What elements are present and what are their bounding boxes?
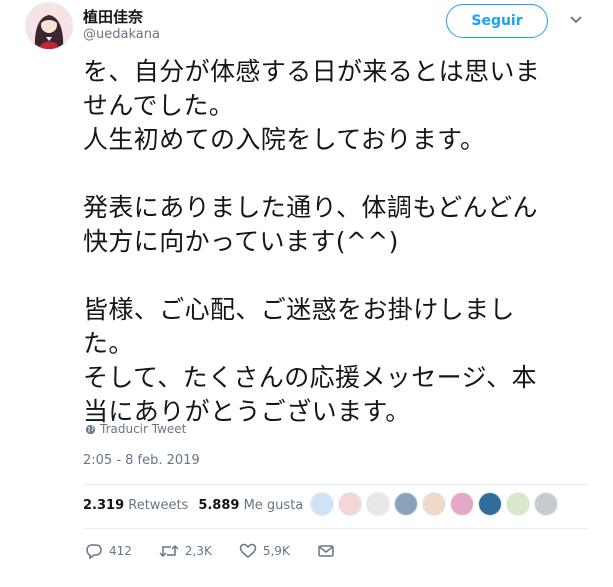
like-action[interactable]: 5,9K <box>239 543 290 559</box>
liker-avatars <box>310 492 558 516</box>
tweet-timestamp[interactable]: 2:05 - 8 feb. 2019 <box>83 453 200 468</box>
tweet-header: 植田佳奈 @uedakana Seguir <box>0 0 613 60</box>
retweets-count: 2.319 <box>83 498 125 513</box>
likes-label: Me gusta <box>243 498 304 513</box>
divider <box>83 484 588 485</box>
retweet-action[interactable]: 2,3K <box>159 543 212 559</box>
heart-icon <box>239 543 257 558</box>
liker-avatar[interactable] <box>394 492 418 516</box>
tweet-line: た。 <box>83 329 134 358</box>
retweets-stat[interactable]: 2.319 Retweets <box>83 498 188 513</box>
follow-button[interactable]: Seguir <box>446 4 548 38</box>
liker-avatar[interactable] <box>450 492 474 516</box>
liker-avatar[interactable] <box>478 492 502 516</box>
avatar[interactable] <box>25 2 73 50</box>
display-name[interactable]: 植田佳奈 <box>83 6 143 27</box>
liker-avatar[interactable] <box>422 492 446 516</box>
liker-avatar[interactable] <box>366 492 390 516</box>
tweet-line: せんでした。 <box>83 91 235 120</box>
divider <box>83 528 588 529</box>
user-handle[interactable]: @uedakana <box>83 27 160 42</box>
envelope-icon <box>318 545 334 557</box>
liker-avatar[interactable] <box>310 492 334 516</box>
chevron-down-icon[interactable] <box>569 15 583 25</box>
tweet-line: 快方に向かっています(^^) <box>83 227 399 256</box>
retweet-icon <box>159 544 179 558</box>
tweet-line: そして、たくさんの応援メッセージ、本 <box>83 363 537 392</box>
reply-action[interactable]: 412 <box>85 543 132 559</box>
reply-icon <box>86 544 102 559</box>
tweet-line: 人生初めての入院をしております。 <box>83 125 486 154</box>
retweet-count: 2,3K <box>184 544 212 558</box>
like-count: 5,9K <box>262 544 290 558</box>
globe-icon <box>85 424 96 434</box>
retweets-label: Retweets <box>128 498 189 513</box>
likes-stat[interactable]: 5.889 Me gusta <box>198 498 303 513</box>
tweet-stats: 2.319 Retweets 5.889 Me gusta <box>83 498 303 513</box>
direct-message-action[interactable] <box>317 543 335 559</box>
likes-count: 5.889 <box>198 498 240 513</box>
tweet-actions: 412 2,3K 5,9K <box>85 543 362 559</box>
translate-tweet-link[interactable]: Traducir Tweet <box>85 422 186 436</box>
reply-count: 412 <box>109 544 132 558</box>
tweet-line: 皆様、ご心配、ご迷惑をお掛けしまし <box>83 295 515 324</box>
translate-label[interactable]: Traducir Tweet <box>100 422 186 436</box>
avatar-illustration <box>26 3 72 49</box>
tweet-line: 発表にありました通り、体調もどんどん <box>83 193 538 222</box>
liker-avatar[interactable] <box>338 492 362 516</box>
liker-avatar[interactable] <box>534 492 558 516</box>
tweet-line: を、自分が体感する日が来るとは思いま <box>83 57 541 86</box>
tweet-text: を、自分が体感する日が来るとは思いま せんでした。 人生初めての入院をしておりま… <box>83 55 588 429</box>
liker-avatar[interactable] <box>506 492 530 516</box>
